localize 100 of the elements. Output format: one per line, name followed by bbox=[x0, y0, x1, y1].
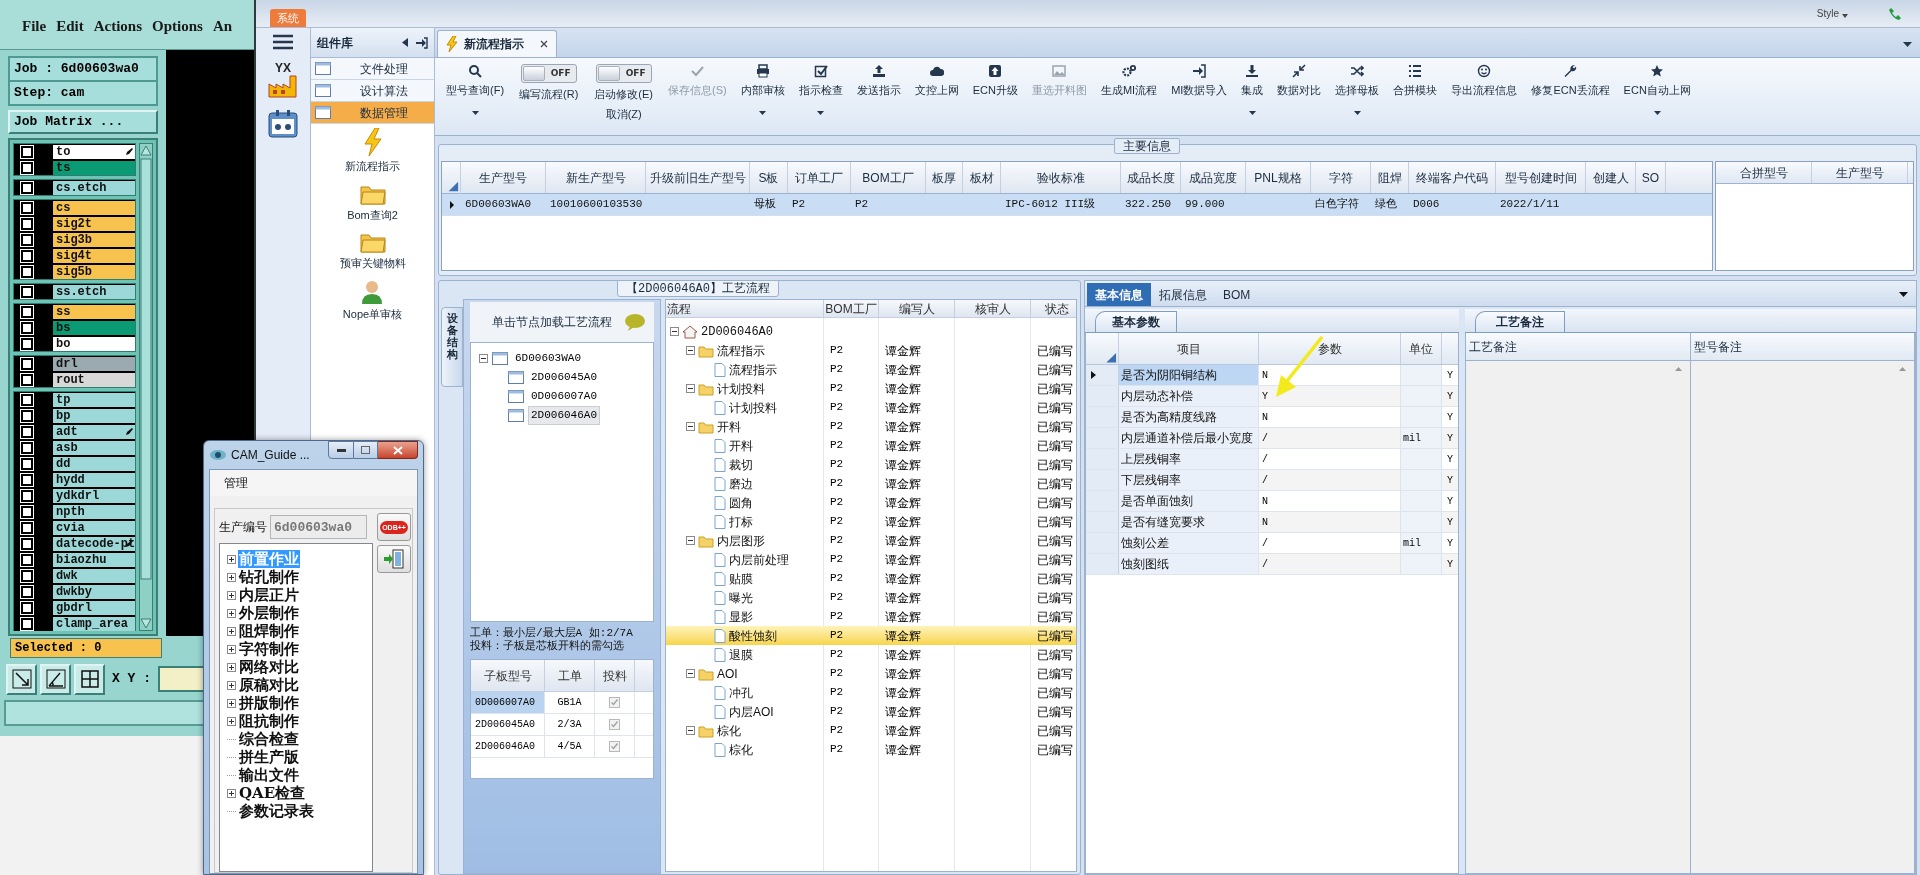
layer-checkbox[interactable] bbox=[21, 617, 33, 630]
tree-node[interactable]: 拼生产版 bbox=[238, 748, 300, 766]
tree-row[interactable]: 圆角 P2 谭金辉 已编写 bbox=[666, 493, 1076, 512]
table-cell[interactable]: 蚀刻图纸 bbox=[1119, 554, 1259, 574]
menu-item[interactable]: An bbox=[212, 15, 233, 38]
table-cell[interactable]: 内层动态补偿 bbox=[1119, 386, 1259, 406]
toolbar-button[interactable]: 修复ECN丢流程 bbox=[1524, 64, 1617, 99]
table-row[interactable]: 6D00603WA0 10010600103530 母板 P2 P2 IPC-6012 III级 322.250 99.000 白色字符 绿色 D006 2022/1/11 bbox=[442, 194, 1712, 216]
column-header[interactable]: 单位 bbox=[1401, 333, 1442, 364]
layer-name[interactable]: biaozhu bbox=[53, 552, 135, 567]
toolbar-button[interactable]: 发送指示 bbox=[849, 64, 908, 99]
column-header[interactable]: 阻焊 bbox=[1371, 162, 1409, 193]
tree-node[interactable]: 阻抗制作 bbox=[238, 712, 300, 730]
tree-node[interactable]: 原稿对比 bbox=[238, 676, 300, 694]
layer-name[interactable]: ss bbox=[53, 304, 135, 319]
column-header[interactable]: 核审人 bbox=[955, 300, 1031, 317]
toolbar-button[interactable]: 文控上网 bbox=[907, 64, 966, 99]
layer-name[interactable]: rout bbox=[53, 372, 135, 387]
category-item[interactable]: 设计算法 bbox=[311, 80, 434, 102]
column-header[interactable]: S板 bbox=[750, 162, 788, 193]
tree-node[interactable]: 2D006045A0 bbox=[528, 368, 600, 387]
layer-checkbox[interactable] bbox=[21, 161, 33, 174]
tree-node[interactable]: 参数记录表 bbox=[238, 802, 315, 820]
column-header[interactable]: 板材 bbox=[963, 162, 1001, 193]
checkbox[interactable] bbox=[609, 697, 620, 708]
layer-name[interactable]: hydd bbox=[53, 472, 135, 487]
column-header[interactable]: 子板型号 bbox=[471, 660, 545, 691]
table-cell[interactable]: 是否为阴阳铜结构 bbox=[1119, 365, 1259, 385]
checkbox[interactable] bbox=[609, 741, 620, 752]
tree-row[interactable]: 内层前处理 P2 谭金辉 已编写 bbox=[666, 550, 1076, 569]
layer-name[interactable]: adt bbox=[53, 424, 135, 439]
tree-node[interactable]: 内层正片 bbox=[238, 586, 300, 604]
toggle-switch[interactable]: OFF bbox=[520, 64, 577, 83]
exit-button[interactable] bbox=[377, 545, 411, 573]
layer-name[interactable]: asb bbox=[53, 440, 135, 455]
layer-name[interactable]: clamp_area bbox=[53, 616, 135, 631]
toolbar-button[interactable]: 导出流程信息 bbox=[1444, 64, 1525, 99]
column-header[interactable]: 合拼型号 bbox=[1716, 162, 1812, 183]
column-header[interactable]: 参数 bbox=[1259, 333, 1401, 364]
menu-item[interactable]: 管理 bbox=[224, 474, 248, 492]
layer-name[interactable]: cs bbox=[53, 200, 135, 215]
toolbar-button[interactable]: 数据对比 bbox=[1270, 64, 1329, 99]
table-cell[interactable]: 上层残铜率 bbox=[1119, 449, 1259, 469]
tree-node[interactable]: 输出文件 bbox=[238, 766, 300, 784]
layer-checkbox[interactable] bbox=[21, 521, 33, 534]
tree-row[interactable]: 流程指示 P2 谭金辉 已编写 bbox=[666, 360, 1076, 379]
tree-row[interactable]: 棕化 P2 谭金辉 已编写 bbox=[666, 721, 1076, 740]
column-header[interactable]: SO bbox=[1636, 162, 1666, 193]
layer-checkbox[interactable] bbox=[21, 145, 33, 158]
checkbox[interactable] bbox=[609, 719, 620, 730]
layer-name[interactable]: drl bbox=[53, 356, 135, 371]
category-item[interactable]: 文件处理 bbox=[311, 58, 434, 80]
tree-node[interactable]: 字符制作 bbox=[238, 640, 300, 658]
tree-node[interactable]: 2D006046A0 bbox=[528, 406, 600, 425]
column-header[interactable]: 生产型号 bbox=[461, 162, 546, 193]
column-header[interactable]: 编写人 bbox=[879, 300, 955, 317]
layer-checkbox[interactable] bbox=[21, 601, 33, 614]
toolbar-button[interactable]: 型号查询(F) bbox=[439, 64, 512, 115]
layer-name[interactable]: sig5b bbox=[53, 264, 135, 279]
layer-name[interactable]: cvia bbox=[53, 520, 135, 535]
layer-name[interactable]: bs bbox=[53, 320, 135, 335]
layer-checkbox[interactable] bbox=[21, 265, 33, 278]
table-cell[interactable]: 蚀刻公差 bbox=[1119, 533, 1259, 553]
layer-checkbox[interactable] bbox=[21, 585, 33, 598]
layer-checkbox[interactable] bbox=[21, 489, 33, 502]
column-header[interactable]: 成品长度 bbox=[1121, 162, 1181, 193]
layer-name[interactable]: bp bbox=[53, 408, 135, 423]
column-header[interactable]: 状态 bbox=[1031, 300, 1076, 317]
toolbar-button[interactable]: 集成 bbox=[1234, 64, 1271, 115]
tree-row[interactable]: 磨边 P2 谭金辉 已编写 bbox=[666, 474, 1076, 493]
tab[interactable]: 基本信息 bbox=[1087, 283, 1151, 306]
layer-checkbox[interactable] bbox=[21, 553, 33, 566]
job-matrix-button[interactable]: Job Matrix ... bbox=[8, 110, 158, 134]
layer-checkbox[interactable] bbox=[21, 337, 33, 350]
layer-checkbox[interactable] bbox=[21, 409, 33, 422]
column-header[interactable]: 终端客户代码 bbox=[1409, 162, 1496, 193]
tree-row[interactable]: 内层AOI P2 谭金辉 已编写 bbox=[666, 702, 1076, 721]
menu-item[interactable]: Actions bbox=[93, 15, 142, 38]
layer-checkbox[interactable] bbox=[21, 217, 33, 230]
table-cell[interactable]: 内层通道补偿后最小宽度 bbox=[1119, 428, 1259, 448]
column-header[interactable]: 升级前旧生产型号 bbox=[646, 162, 750, 193]
menu-item[interactable]: File bbox=[22, 15, 47, 38]
tree-row[interactable]: 打标 P2 谭金辉 已编写 bbox=[666, 512, 1076, 531]
tree-row[interactable]: 计划投料 P2 谭金辉 已编写 bbox=[666, 398, 1076, 417]
tool-button[interactable] bbox=[40, 663, 71, 695]
table-cell[interactable]: 下层残铜率 bbox=[1119, 470, 1259, 490]
tree-node[interactable]: 阻焊制作 bbox=[238, 622, 300, 640]
layer-name[interactable]: gbdrl bbox=[53, 600, 135, 615]
tool-button[interactable] bbox=[6, 663, 37, 695]
side-tab[interactable]: 设备结构 bbox=[441, 307, 463, 387]
tree-node[interactable]: 0D006007A0 bbox=[528, 387, 600, 406]
layer-checkbox[interactable] bbox=[21, 249, 33, 262]
column-header[interactable]: 投料 bbox=[595, 660, 635, 691]
tree-row[interactable]: 流程指示 P2 谭金辉 已编写 bbox=[666, 341, 1076, 360]
tree-row[interactable]: 内层图形 P2 谭金辉 已编写 bbox=[666, 531, 1076, 550]
layer-checkbox[interactable] bbox=[21, 357, 33, 370]
tree-node[interactable]: 综合检查 bbox=[238, 730, 300, 748]
category-item[interactable]: 数据管理 bbox=[311, 102, 434, 124]
tree-row[interactable]: 裁切 P2 谭金辉 已编写 bbox=[666, 455, 1076, 474]
maximize-button[interactable] bbox=[354, 441, 378, 459]
